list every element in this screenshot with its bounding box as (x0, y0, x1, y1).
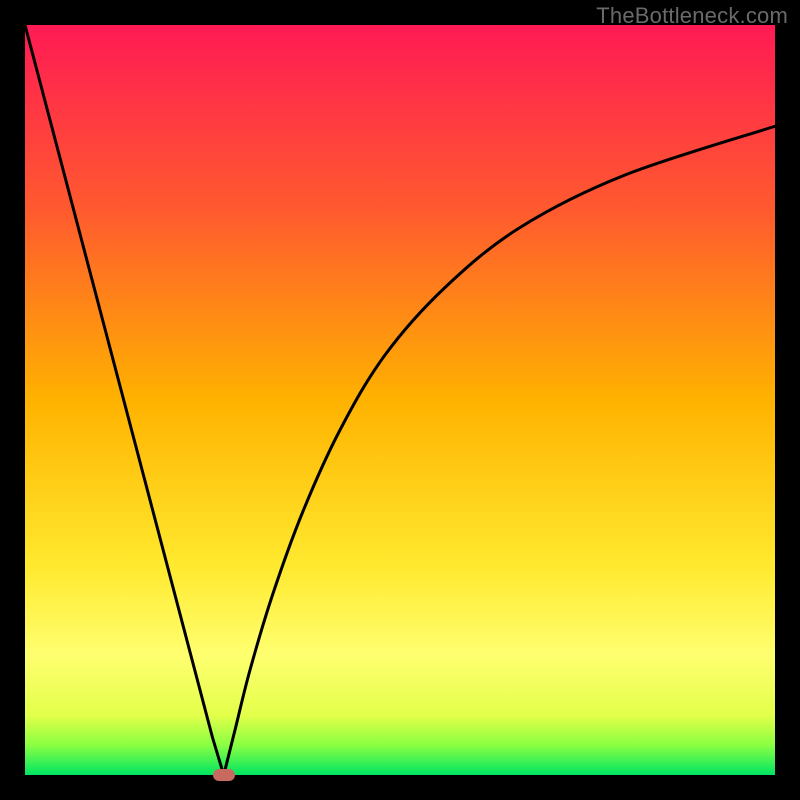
minimum-marker (213, 769, 235, 781)
curve-left-branch (25, 25, 224, 775)
plot-area (25, 25, 775, 775)
curve-layer (25, 25, 775, 775)
curve-right-branch (224, 126, 775, 775)
